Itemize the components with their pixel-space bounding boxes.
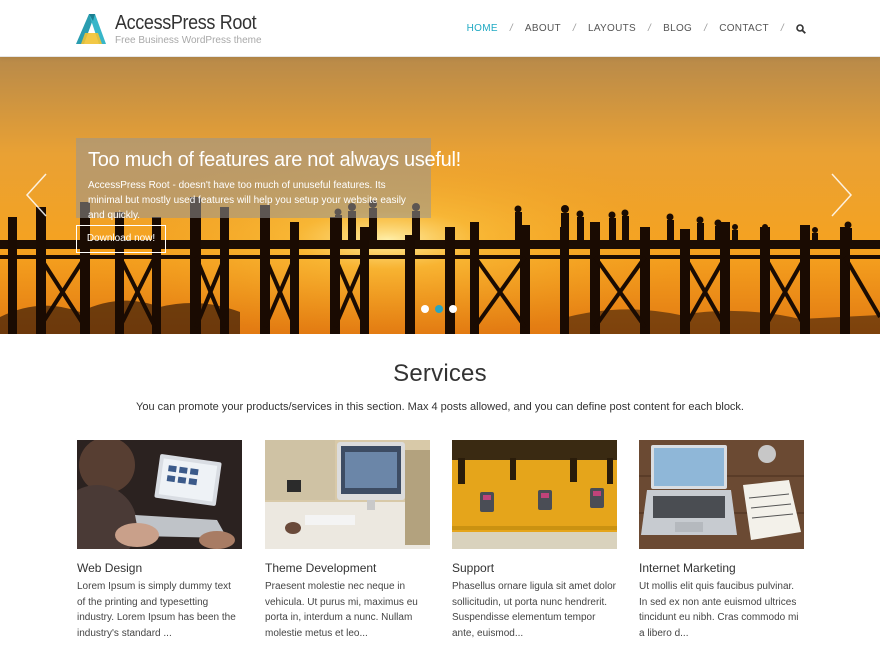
- slider-caption: Too much of features are not always usef…: [76, 138, 461, 221]
- slider-pagination: [421, 305, 457, 313]
- service-text: Phasellus ornare ligula sit amet dolor s…: [452, 581, 616, 639]
- nav-separator: /: [704, 23, 708, 34]
- chevron-right-icon[interactable]: [828, 172, 854, 218]
- nav-separator: /: [509, 23, 513, 34]
- nav-item-layouts[interactable]: LAYOUTS: [588, 23, 636, 34]
- service-text: Lorem Ipsum is simply dummy text of the …: [77, 581, 236, 639]
- nav-separator: /: [572, 23, 576, 34]
- site-tagline: Free Business WordPress theme: [115, 35, 262, 46]
- service-title[interactable]: Internet Marketing: [639, 561, 804, 575]
- nav-item-about[interactable]: ABOUT: [525, 23, 561, 34]
- service-image-support[interactable]: [452, 440, 617, 549]
- service-title[interactable]: Web Design: [77, 561, 242, 575]
- download-button[interactable]: Download now!: [76, 225, 166, 253]
- service-image-internet-marketing[interactable]: [639, 440, 804, 549]
- slider-dot[interactable]: [449, 305, 457, 313]
- chevron-left-icon[interactable]: [24, 172, 50, 218]
- nav-separator: /: [780, 23, 784, 34]
- service-title[interactable]: Support: [452, 561, 617, 575]
- nav-item-blog[interactable]: BLOG: [663, 23, 692, 34]
- service-image-web-design[interactable]: [77, 440, 242, 549]
- logo-icon[interactable]: [76, 14, 106, 44]
- service-text: Ut mollis elit quis faucibus pulvinar. I…: [639, 581, 799, 639]
- slider-dot-active[interactable]: [435, 305, 443, 313]
- service-title[interactable]: Theme Development: [265, 561, 430, 575]
- brand[interactable]: AccessPress Root Free Business WordPress…: [115, 12, 272, 47]
- service-text: Praesent molestie nec neque in vehicula.…: [265, 581, 418, 639]
- site-title[interactable]: AccessPress Root: [115, 12, 257, 34]
- service-card: Internet Marketing Ut mollis elit quis f…: [639, 440, 804, 641]
- slider-text: AccessPress Root - doesn't have too much…: [88, 180, 406, 221]
- service-card: Support Phasellus ornare ligula sit amet…: [452, 440, 617, 641]
- nav-item-home[interactable]: HOME: [467, 23, 498, 34]
- hero-slider: Too much of features are not always usef…: [0, 57, 880, 334]
- slider-dot[interactable]: [421, 305, 429, 313]
- site-header: AccessPress Root Free Business WordPress…: [0, 0, 880, 57]
- slider-title: Too much of features are not always usef…: [88, 149, 461, 171]
- services-heading: Services: [393, 360, 487, 387]
- nav-item-contact[interactable]: CONTACT: [719, 23, 769, 34]
- nav-separator: /: [648, 23, 652, 34]
- search-icon[interactable]: [796, 23, 806, 34]
- main-nav: HOME / ABOUT / LAYOUTS / BLOG / CONTACT …: [467, 23, 806, 34]
- service-card: Theme Development Praesent molestie nec …: [265, 440, 430, 641]
- service-image-theme-development[interactable]: [265, 440, 430, 549]
- service-card: Web Design Lorem Ipsum is simply dummy t…: [77, 440, 242, 641]
- services-description: You can promote your products/services i…: [136, 401, 744, 413]
